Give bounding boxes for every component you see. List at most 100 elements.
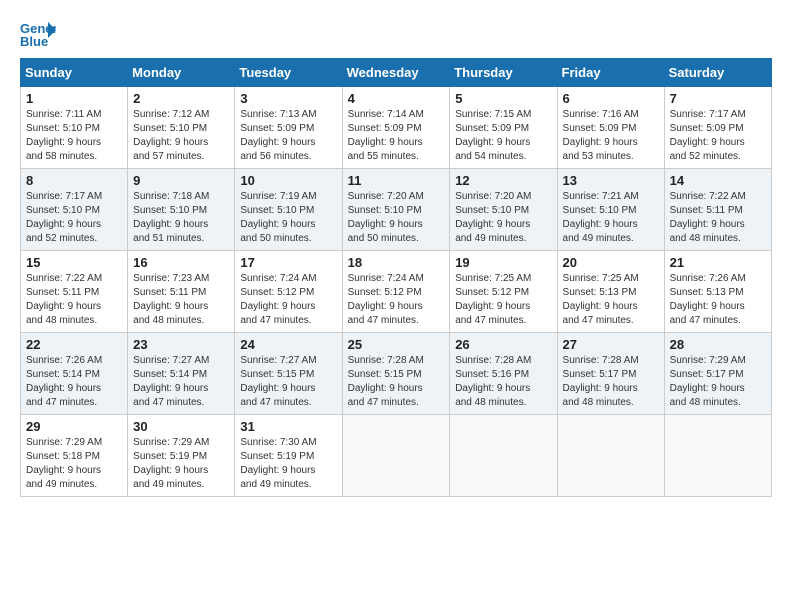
day-number: 2 <box>133 91 229 106</box>
day-number: 25 <box>348 337 445 352</box>
day-number: 24 <box>240 337 336 352</box>
calendar-cell: 26Sunrise: 7:28 AMSunset: 5:16 PMDayligh… <box>450 333 557 415</box>
day-info: Sunrise: 7:23 AMSunset: 5:11 PMDaylight:… <box>133 272 229 328</box>
day-info: Sunrise: 7:28 AMSunset: 5:16 PMDaylight:… <box>455 354 551 410</box>
day-number: 23 <box>133 337 229 352</box>
day-info: Sunrise: 7:30 AMSunset: 5:19 PMDaylight:… <box>240 436 336 492</box>
day-number: 7 <box>670 91 766 106</box>
svg-text:Blue: Blue <box>20 34 48 48</box>
day-number: 22 <box>26 337 122 352</box>
calendar-cell <box>557 415 664 497</box>
page-header: General Blue <box>20 20 772 48</box>
day-number: 3 <box>240 91 336 106</box>
calendar-cell <box>450 415 557 497</box>
calendar-cell: 24 Sunrise: 7:27 AMSunset: 5:15 PMDayligh… <box>235 333 342 415</box>
day-number: 9 <box>133 173 229 188</box>
logo: General Blue <box>20 20 60 48</box>
calendar-cell: 15Sunrise: 7:22 AMSunset: 5:11 PMDayligh… <box>21 251 128 333</box>
calendar-cell: 25 Sunrise: 7:28 AMSunset: 5:15 PMDayligh… <box>342 333 450 415</box>
day-number: 1 <box>26 91 122 106</box>
day-number: 19 <box>455 255 551 270</box>
day-info: Sunrise: 7:20 AMSunset: 5:10 PMDaylight:… <box>348 190 445 246</box>
day-info: Sunrise: 7:25 AMSunset: 5:12 PMDaylight:… <box>455 272 551 328</box>
day-info: Sunrise: 7:27 AMSunset: 5:15 PMDaylight:… <box>240 354 336 410</box>
calendar-cell: 31 Sunrise: 7:30 AMSunset: 5:19 PMDayligh… <box>235 415 342 497</box>
day-info: Sunrise: 7:11 AMSunset: 5:10 PMDaylight:… <box>26 108 122 164</box>
day-info: Sunrise: 7:14 AMSunset: 5:09 PMDaylight:… <box>348 108 445 164</box>
day-info: Sunrise: 7:22 AMSunset: 5:11 PMDaylight:… <box>670 190 766 246</box>
day-number: 27 <box>563 337 659 352</box>
day-info: Sunrise: 7:19 AMSunset: 5:10 PMDaylight:… <box>240 190 336 246</box>
calendar-cell: 6Sunrise: 7:16 AMSunset: 5:09 PMDaylight… <box>557 87 664 169</box>
day-number: 6 <box>563 91 659 106</box>
day-info: Sunrise: 7:24 AMSunset: 5:12 PMDaylight:… <box>240 272 336 328</box>
day-number: 28 <box>670 337 766 352</box>
calendar-cell: 18 Sunrise: 7:24 AMSunset: 5:12 PMDayligh… <box>342 251 450 333</box>
day-info: Sunrise: 7:24 AMSunset: 5:12 PMDaylight:… <box>348 272 445 328</box>
day-info: Sunrise: 7:17 AMSunset: 5:10 PMDaylight:… <box>26 190 122 246</box>
day-number: 30 <box>133 419 229 434</box>
calendar-cell: 20 Sunrise: 7:25 AMSunset: 5:13 PMDayligh… <box>557 251 664 333</box>
calendar-cell: 22 Sunrise: 7:26 AMSunset: 5:14 PMDayligh… <box>21 333 128 415</box>
day-info: Sunrise: 7:20 AMSunset: 5:10 PMDaylight:… <box>455 190 551 246</box>
calendar-week-row: 15Sunrise: 7:22 AMSunset: 5:11 PMDayligh… <box>21 251 772 333</box>
day-number: 8 <box>26 173 122 188</box>
calendar-cell: 11 Sunrise: 7:20 AMSunset: 5:10 PMDayligh… <box>342 169 450 251</box>
weekday-header-monday: Monday <box>128 59 235 87</box>
calendar-cell: 14 Sunrise: 7:22 AMSunset: 5:11 PMDayligh… <box>664 169 771 251</box>
calendar-cell: 19 Sunrise: 7:25 AMSunset: 5:12 PMDayligh… <box>450 251 557 333</box>
calendar-week-row: 29 Sunrise: 7:29 AMSunset: 5:18 PMDayligh… <box>21 415 772 497</box>
day-info: Sunrise: 7:29 AMSunset: 5:17 PMDaylight:… <box>670 354 766 410</box>
day-info: Sunrise: 7:27 AMSunset: 5:14 PMDaylight:… <box>133 354 229 410</box>
day-info: Sunrise: 7:26 AMSunset: 5:13 PMDaylight:… <box>670 272 766 328</box>
day-info: Sunrise: 7:26 AMSunset: 5:14 PMDaylight:… <box>26 354 122 410</box>
day-number: 20 <box>563 255 659 270</box>
day-number: 31 <box>240 419 336 434</box>
day-info: Sunrise: 7:22 AMSunset: 5:11 PMDaylight:… <box>26 272 122 328</box>
day-number: 16 <box>133 255 229 270</box>
day-number: 21 <box>670 255 766 270</box>
calendar-cell: 2 Sunrise: 7:12 AMSunset: 5:10 PMDaylight… <box>128 87 235 169</box>
calendar-cell: 9Sunrise: 7:18 AMSunset: 5:10 PMDaylight… <box>128 169 235 251</box>
calendar-header-row: SundayMondayTuesdayWednesdayThursdayFrid… <box>21 59 772 87</box>
day-info: Sunrise: 7:12 AMSunset: 5:10 PMDaylight:… <box>133 108 229 164</box>
day-number: 29 <box>26 419 122 434</box>
calendar-cell: 10 Sunrise: 7:19 AMSunset: 5:10 PMDayligh… <box>235 169 342 251</box>
calendar-cell: 8 Sunrise: 7:17 AMSunset: 5:10 PMDaylight… <box>21 169 128 251</box>
calendar-cell: 4Sunrise: 7:14 AMSunset: 5:09 PMDaylight… <box>342 87 450 169</box>
calendar-cell: 17 Sunrise: 7:24 AMSunset: 5:12 PMDayligh… <box>235 251 342 333</box>
calendar-cell: 3 Sunrise: 7:13 AMSunset: 5:09 PMDaylight… <box>235 87 342 169</box>
weekday-header-saturday: Saturday <box>664 59 771 87</box>
calendar-cell: 5 Sunrise: 7:15 AMSunset: 5:09 PMDaylight… <box>450 87 557 169</box>
weekday-header-tuesday: Tuesday <box>235 59 342 87</box>
calendar-cell: 12 Sunrise: 7:20 AMSunset: 5:10 PMDayligh… <box>450 169 557 251</box>
day-number: 17 <box>240 255 336 270</box>
day-number: 10 <box>240 173 336 188</box>
day-info: Sunrise: 7:28 AMSunset: 5:15 PMDaylight:… <box>348 354 445 410</box>
day-number: 11 <box>348 173 445 188</box>
day-number: 12 <box>455 173 551 188</box>
calendar-cell: 29 Sunrise: 7:29 AMSunset: 5:18 PMDayligh… <box>21 415 128 497</box>
calendar-cell <box>664 415 771 497</box>
weekday-header-sunday: Sunday <box>21 59 128 87</box>
logo-icon: General Blue <box>20 20 56 48</box>
calendar-cell: 13Sunrise: 7:21 AMSunset: 5:10 PMDayligh… <box>557 169 664 251</box>
day-number: 18 <box>348 255 445 270</box>
day-info: Sunrise: 7:13 AMSunset: 5:09 PMDaylight:… <box>240 108 336 164</box>
day-number: 5 <box>455 91 551 106</box>
calendar-cell: 21 Sunrise: 7:26 AMSunset: 5:13 PMDayligh… <box>664 251 771 333</box>
calendar-cell: 23 Sunrise: 7:27 AMSunset: 5:14 PMDayligh… <box>128 333 235 415</box>
calendar-cell: 7 Sunrise: 7:17 AMSunset: 5:09 PMDaylight… <box>664 87 771 169</box>
calendar-week-row: 1 Sunrise: 7:11 AMSunset: 5:10 PMDaylight… <box>21 87 772 169</box>
day-number: 13 <box>563 173 659 188</box>
calendar-week-row: 22 Sunrise: 7:26 AMSunset: 5:14 PMDayligh… <box>21 333 772 415</box>
calendar-cell <box>342 415 450 497</box>
calendar-week-row: 8 Sunrise: 7:17 AMSunset: 5:10 PMDaylight… <box>21 169 772 251</box>
calendar-cell: 28 Sunrise: 7:29 AMSunset: 5:17 PMDayligh… <box>664 333 771 415</box>
day-info: Sunrise: 7:17 AMSunset: 5:09 PMDaylight:… <box>670 108 766 164</box>
day-number: 14 <box>670 173 766 188</box>
day-info: Sunrise: 7:25 AMSunset: 5:13 PMDaylight:… <box>563 272 659 328</box>
day-info: Sunrise: 7:29 AMSunset: 5:18 PMDaylight:… <box>26 436 122 492</box>
day-info: Sunrise: 7:15 AMSunset: 5:09 PMDaylight:… <box>455 108 551 164</box>
weekday-header-thursday: Thursday <box>450 59 557 87</box>
